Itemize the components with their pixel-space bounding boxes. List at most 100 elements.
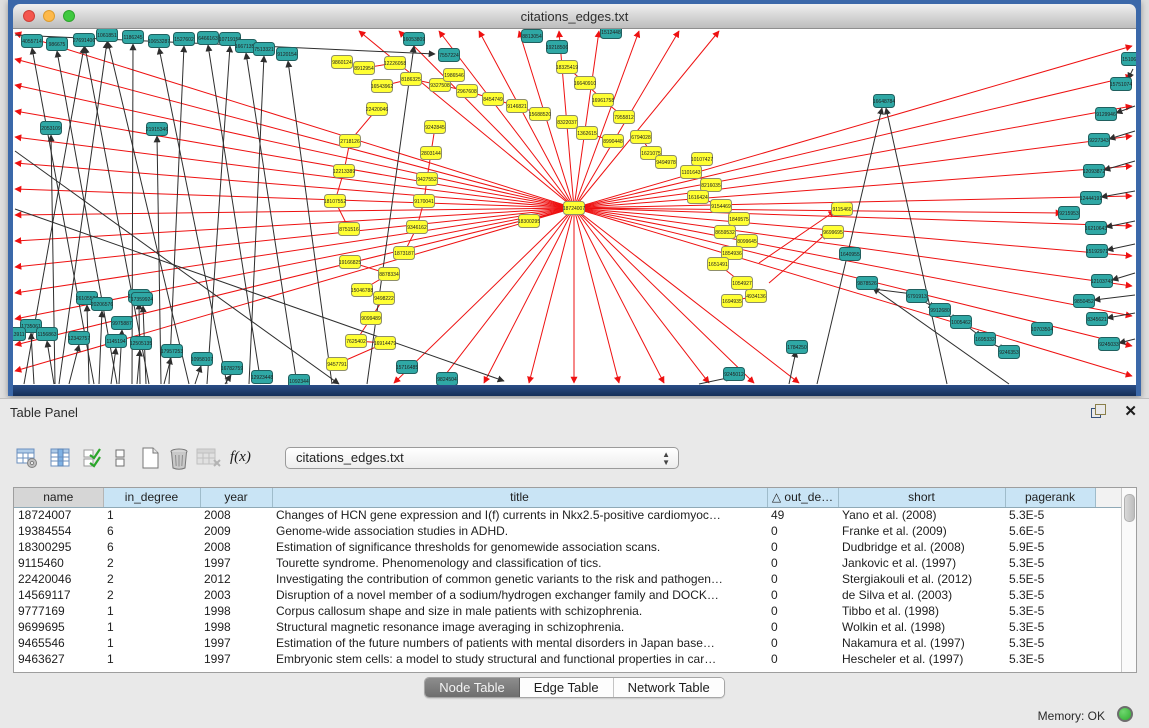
window-titlebar[interactable]: citations_edges.txt [13,4,1136,29]
selected-node[interactable]: 16961758 [592,94,614,107]
table-cell[interactable]: 22420046 [14,571,103,587]
selected-node[interactable]: 9427552 [417,173,438,186]
close-icon[interactable]: ✕ [1124,402,1137,420]
selected-node[interactable]: 8912954 [354,62,375,75]
selected-node[interactable]: 9146821 [507,100,528,113]
close-window-icon[interactable] [23,10,35,22]
selected-node[interactable]: 8751516 [339,223,360,236]
node[interactable]: 1092344 [289,375,310,386]
selected-node[interactable]: 12226058 [384,57,406,70]
table-cell[interactable]: 9777169 [14,603,103,619]
table-cell[interactable]: 18724007 [14,507,103,523]
node[interactable]: 17957253 [161,345,183,358]
selected-edge[interactable] [574,46,1132,208]
selected-node[interactable]: 1986546 [444,69,465,82]
edge[interactable] [367,46,414,384]
column-header-in_degree[interactable]: in_degree [103,488,200,507]
select-rows-icon[interactable] [82,447,104,469]
selected-edge[interactable] [15,208,574,345]
node[interactable]: 1186245 [123,31,144,44]
node[interactable]: 12342757 [68,332,90,345]
table-cell[interactable]: 0 [767,651,838,667]
selected-node[interactable]: 8322037 [557,116,578,129]
table-cell[interactable]: 1 [103,603,200,619]
table-cell[interactable]: 2012 [200,571,272,587]
table-row[interactable]: 1456911722003Disruption of a novel membe… [14,587,1124,603]
node[interactable]: 16053809 [403,33,425,46]
column-header-out_de[interactable]: △ out_de… [767,488,838,507]
table-cell[interactable]: Yano et al. (2008) [838,507,1005,523]
table-cell[interactable]: 1 [103,651,200,667]
selected-node[interactable]: 16640910 [574,77,596,90]
node[interactable]: 12923448 [251,371,273,384]
selected-node[interactable]: 1101643 [681,166,702,179]
table-cell[interactable]: Dudbridge et al. (2008) [838,539,1005,555]
node[interactable]: 9975887 [112,317,133,330]
table-row[interactable]: 969969511998Structural magnetic resonanc… [14,619,1124,635]
selected-node[interactable]: 2803144 [421,147,442,160]
table-cell[interactable]: Wolkin et al. (1998) [838,619,1005,635]
vertical-scrollbar[interactable] [1121,488,1136,672]
table-select-dropdown[interactable]: citations_edges.txt ▲▼ [285,447,679,469]
node[interactable]: 15751074 [1110,78,1132,91]
zoom-window-icon[interactable] [63,10,75,22]
node[interactable]: 12093872 [1083,165,1105,178]
table-cell[interactable]: 0 [767,635,838,651]
node[interactable]: 6791913 [907,290,928,303]
selected-node[interactable]: 8186325 [401,73,422,86]
selected-node[interactable]: 9115460 [832,203,853,216]
node[interactable]: 16210643 [1085,222,1107,235]
selected-edge[interactable] [574,208,1132,316]
selected-node[interactable]: 6794028 [631,131,652,144]
selected-node[interactable]: 1616424 [688,191,709,204]
selected-edge[interactable] [574,76,1132,208]
table-row[interactable]: 2242004622012Investigating the contribut… [14,571,1124,587]
selected-node[interactable]: 1873187 [394,247,415,260]
selected-node[interactable]: 9457791 [327,358,348,371]
table-cell[interactable]: 2 [103,555,200,571]
node[interactable]: 1527602 [174,33,195,46]
selected-node[interactable]: 4934136 [746,290,767,303]
selected-edge[interactable] [15,208,574,293]
selected-node[interactable]: 9498222 [374,292,395,305]
node[interactable]: 10958107 [191,353,213,366]
table-cell[interactable]: Jankovic et al. (1997) [838,555,1005,571]
table-cell[interactable]: 1998 [200,619,272,635]
selected-edge[interactable] [15,208,574,267]
table-cell[interactable]: Hescheler et al. (1997) [838,651,1005,667]
edge[interactable] [1119,339,1135,343]
selected-edge[interactable] [15,111,574,208]
selected-node[interactable]: 1849575 [729,213,750,226]
selected-edge[interactable] [15,137,574,208]
table-cell[interactable]: Changes of HCN gene expression and I(f) … [272,507,767,523]
network-canvas[interactable]: 1872400718300295986012489129541222605816… [13,29,1136,385]
edge[interactable] [1104,161,1135,170]
node[interactable]: 1061851 [97,29,118,42]
selected-edge[interactable] [574,208,664,383]
node[interactable]: 9129946 [1096,108,1117,121]
table-cell[interactable]: 2 [103,587,200,603]
selected-node[interactable]: 9346162 [407,221,428,234]
node[interactable]: 3913911 [13,328,26,341]
selected-node[interactable]: 1362615 [577,127,598,140]
table-cell[interactable]: 1 [103,619,200,635]
node[interactable]: 12103748 [1091,275,1113,288]
table-cell[interactable]: Structural magnetic resonance image aver… [272,619,767,635]
edge[interactable] [51,135,55,384]
function-icon[interactable]: f(x) [230,449,260,471]
table-cell[interactable]: 2009 [200,523,272,539]
selected-node[interactable]: 8216035 [701,179,722,192]
selected-node[interactable]: 8454749 [483,93,504,106]
column-selector-icon[interactable] [50,447,72,469]
table-cell[interactable]: 1 [103,635,200,651]
selected-node[interactable]: 7625402 [346,335,367,348]
node[interactable]: 1784250 [787,341,808,354]
selected-node[interactable]: 8990448 [603,135,624,148]
column-header-short[interactable]: short [838,488,1005,507]
table-cell[interactable]: 0 [767,555,838,571]
table-cell[interactable]: 5.3E-5 [1005,619,1095,635]
node[interactable]: 17359924 [131,293,153,306]
selected-node[interactable]: 12213389 [333,165,355,178]
selected-node[interactable]: 18724007 [563,202,585,215]
edge[interactable] [1109,131,1135,139]
